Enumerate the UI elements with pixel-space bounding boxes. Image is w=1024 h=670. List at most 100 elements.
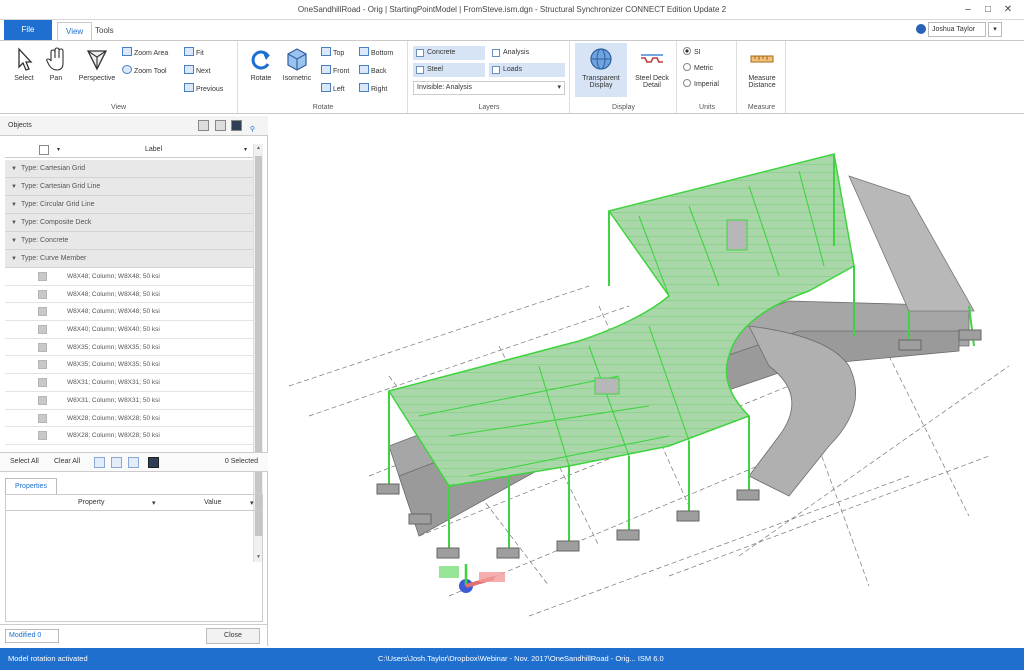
user-icon xyxy=(916,24,926,34)
tab-tools[interactable]: Tools xyxy=(87,22,122,40)
row-checkbox[interactable] xyxy=(38,360,47,370)
pointer-selection-icon[interactable] xyxy=(148,457,159,468)
sort-arrow-icon[interactable]: ▾ xyxy=(57,146,60,153)
axis-triad-icon xyxy=(439,564,505,593)
rotate-icon xyxy=(251,50,270,70)
group-row-concrete[interactable]: ▼ Type: Concrete xyxy=(5,232,253,250)
list-item[interactable]: W8X28; Column; W8X28; 50 ksi xyxy=(5,427,253,445)
bottom-view-button[interactable]: Bottom xyxy=(359,47,393,60)
collapse-arrow-icon[interactable]: ▼ xyxy=(11,238,17,244)
steel-deck-detail-button[interactable]: Steel Deck Detail xyxy=(629,46,675,89)
left-view-button[interactable]: Left xyxy=(321,83,345,96)
row-checkbox[interactable] xyxy=(38,413,47,423)
right-view-button[interactable]: Right xyxy=(359,83,387,96)
units-radio-imperial[interactable]: Imperial xyxy=(683,79,719,90)
list-item[interactable]: W8X35; Column; W8X35; 50 ksi xyxy=(5,356,253,375)
front-view-button[interactable]: Front xyxy=(321,65,349,78)
column-property[interactable]: Property xyxy=(78,499,104,506)
minimize-button[interactable]: – xyxy=(960,3,976,16)
maximize-button[interactable]: □ xyxy=(980,3,996,16)
fit-button[interactable]: Fit xyxy=(184,47,204,60)
collapse-arrow-icon[interactable]: ▼ xyxy=(11,166,17,172)
layers-visibility-select[interactable]: Invisible: Analysis ▾ xyxy=(413,81,565,95)
list-item[interactable]: W8X48; Column; W8X48; 50 ksi xyxy=(5,268,253,286)
row-checkbox[interactable] xyxy=(38,272,47,281)
settings-icon[interactable] xyxy=(230,120,242,131)
value-sort-icon[interactable]: ▾ xyxy=(250,499,254,507)
select-all-link[interactable]: Select All xyxy=(10,458,39,465)
select-all-checkbox[interactable] xyxy=(39,145,49,155)
model-viewport[interactable] xyxy=(269,116,1024,646)
row-checkbox[interactable] xyxy=(38,289,47,299)
modified-field[interactable]: Modified 0 xyxy=(5,629,59,643)
pan-button[interactable]: Pan xyxy=(36,46,76,82)
zoom-tool-button[interactable]: Zoom Tool xyxy=(122,65,167,78)
globe-icon xyxy=(590,48,612,70)
layer-analysis-toggle[interactable]: Analysis xyxy=(489,46,565,60)
collapse-arrow-icon[interactable]: ▼ xyxy=(11,220,17,226)
list-item[interactable]: W8X48; Column; W8X48; 50 ksi xyxy=(5,303,253,322)
filter-selection-icon[interactable] xyxy=(111,457,122,468)
layer-loads-toggle[interactable]: Loads xyxy=(489,63,565,77)
rotate-button[interactable]: Rotate xyxy=(241,46,281,82)
group-row-cartesian-grid[interactable]: ▼ Type: Cartesian Grid xyxy=(5,160,253,178)
search-icon[interactable]: ⚲ xyxy=(247,125,258,136)
column-label[interactable]: Label xyxy=(145,146,162,153)
window-title: OneSandhillRoad - Orig | StartingPointMo… xyxy=(297,5,727,14)
columns-icon[interactable] xyxy=(214,120,226,131)
collapse-arrow-icon[interactable]: ▼ xyxy=(11,184,17,190)
row-checkbox[interactable] xyxy=(38,342,47,352)
filter-icon[interactable]: ▾ xyxy=(244,146,247,153)
list-item[interactable]: W8X48; Column; W8X48; 50 ksi xyxy=(5,286,253,304)
invert-selection-icon[interactable] xyxy=(94,457,105,468)
group-row-curve-member[interactable]: ▼ Type: Curve Member xyxy=(5,250,253,268)
isometric-button[interactable]: Isometric xyxy=(277,46,317,82)
zoom-area-button[interactable]: Zoom Area xyxy=(122,47,168,60)
layer-steel-toggle[interactable]: Steel xyxy=(413,63,485,77)
group-row-cartesian-grid-line[interactable]: ▼ Type: Cartesian Grid Line xyxy=(5,178,253,196)
top-view-button[interactable]: Top xyxy=(321,47,344,60)
row-checkbox[interactable] xyxy=(38,307,47,317)
collapse-arrow-icon[interactable]: ▼ xyxy=(11,256,17,262)
scroll-thumb[interactable] xyxy=(255,156,262,536)
group-row-composite-deck[interactable]: ▼ Type: Composite Deck xyxy=(5,214,253,232)
left-view-icon xyxy=(321,83,331,92)
list-item[interactable]: W8X28; Column; W8X28; 50 ksi xyxy=(5,410,253,428)
close-window-button[interactable]: ✕ xyxy=(1000,3,1016,16)
structural-model-view[interactable] xyxy=(269,116,1024,646)
group-units: SI Metric Imperial Units xyxy=(678,41,737,113)
list-item[interactable]: W8X40; Column; W8X40; 50 ksi xyxy=(5,321,253,339)
units-radio-metric[interactable]: Metric xyxy=(683,63,713,74)
group-row-circular-grid-line[interactable]: ▼ Type: Circular Grid Line xyxy=(5,196,253,214)
list-item[interactable]: W8X31; Column; W8X31; 50 ksi xyxy=(5,392,253,410)
user-menu-button[interactable]: ▾ xyxy=(988,22,1002,37)
transparent-display-button[interactable]: Transparent Display xyxy=(575,43,627,97)
perspective-button[interactable]: Perspective xyxy=(74,46,120,82)
property-sort-icon[interactable]: ▾ xyxy=(152,499,156,507)
row-checkbox[interactable] xyxy=(38,325,47,335)
objects-grid-header: ▾ Label ▾ xyxy=(5,142,253,158)
tab-file[interactable]: File xyxy=(4,20,52,40)
collapse-arrow-icon[interactable]: ▼ xyxy=(11,202,17,208)
row-checkbox[interactable] xyxy=(38,431,47,441)
tab-properties[interactable]: Properties xyxy=(5,478,57,494)
list-item[interactable]: W8X31; Column; W8X31; 50 ksi xyxy=(5,374,253,392)
collapse-icon[interactable] xyxy=(198,120,210,131)
clear-all-link[interactable]: Clear All xyxy=(54,458,80,465)
list-item[interactable]: W8X35; Column; W8X35; 50 ksi xyxy=(5,339,253,357)
next-view-button[interactable]: Next xyxy=(184,65,210,78)
row-checkbox[interactable] xyxy=(38,395,47,405)
layer-concrete-toggle[interactable]: Concrete xyxy=(413,46,485,60)
close-button[interactable]: Close xyxy=(206,628,260,644)
user-name[interactable]: Joshua Taylor xyxy=(928,22,986,37)
back-view-button[interactable]: Back xyxy=(359,65,387,78)
previous-view-button[interactable]: Previous xyxy=(184,83,223,96)
column-value[interactable]: Value xyxy=(204,499,221,506)
units-radio-si[interactable]: SI xyxy=(683,47,701,58)
grid-selection-icon[interactable] xyxy=(128,457,139,468)
group-label-view: View xyxy=(110,104,127,111)
scroll-up-icon[interactable]: ▲ xyxy=(254,144,263,153)
perspective-icon xyxy=(86,50,108,71)
measure-distance-button[interactable]: Measure Distance xyxy=(740,46,784,89)
row-checkbox[interactable] xyxy=(38,378,47,388)
